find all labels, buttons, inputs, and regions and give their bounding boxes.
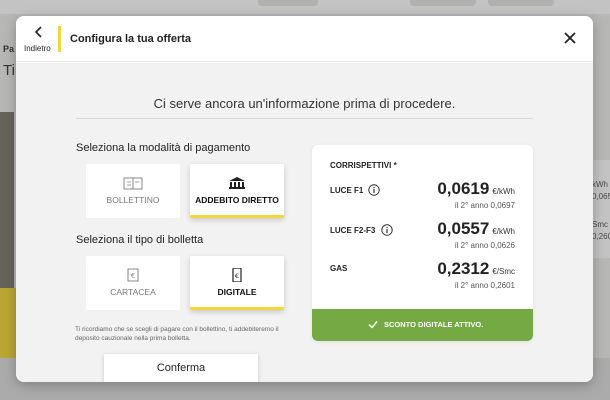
bill-option-cartacea[interactable]: € CARTACEA: [86, 256, 180, 310]
payment-note: Ti ricordiamo che se scegli di pagare co…: [75, 326, 279, 342]
second-year-price: il 2° anno 0,2601: [454, 281, 515, 290]
payment-option-label: BOLLETTINO: [106, 195, 160, 205]
divider: [76, 118, 533, 119]
modal-title: Configura la tua offerta: [70, 33, 192, 45]
chevron-left-icon: [34, 26, 42, 38]
discount-label: SCONTO DIGITALE ATTIVO.: [384, 320, 484, 329]
bill-option-label: CARTACEA: [110, 287, 156, 297]
price-amount: 0,0619: [437, 179, 490, 198]
payment-section-label: Seleziona la modalità di pagamento: [76, 142, 251, 154]
modal-subtitle: Ci serve ancora un'informazione prima di…: [153, 96, 456, 111]
bill-icon: [123, 177, 143, 190]
payment-option-label: ADDEBITO DIRETTO: [195, 195, 279, 205]
offer-config-modal: Indietro Configura la tua offerta Ci ser…: [16, 16, 593, 382]
digital-discount-banner: SCONTO DIGITALE ATTIVO.: [312, 309, 533, 341]
info-icon[interactable]: [368, 184, 380, 196]
payment-option-addebito-diretto[interactable]: ADDEBITO DIRETTO: [190, 164, 284, 218]
paper-icon: €: [127, 268, 139, 282]
price-row-name: LUCE F1: [330, 186, 364, 195]
bill-option-label: DIGITALE: [217, 287, 257, 297]
svg-text:€: €: [235, 272, 239, 280]
close-icon[interactable]: [563, 31, 577, 45]
mobile-icon: €: [232, 268, 242, 282]
price-summary-card: CORRISPETTIVI * LUCE F1 0,0619 €/kWh il 2…: [312, 145, 533, 341]
modal-body: Ci serve ancora un'informazione prima di…: [16, 63, 593, 382]
bank-icon: [229, 177, 245, 189]
info-icon[interactable]: [381, 224, 393, 236]
back-button[interactable]: Indietro: [16, 16, 60, 62]
modal-header: Indietro Configura la tua offerta: [16, 16, 593, 62]
svg-text:€: €: [131, 272, 135, 280]
bill-type-section-label: Seleziona il tipo di bolletta: [76, 234, 204, 246]
price-card-title: CORRISPETTIVI *: [330, 161, 397, 170]
price-amount: 0,2312: [437, 259, 490, 278]
price-unit: €/kWh: [492, 227, 515, 236]
second-year-price: il 2° anno 0,0697: [454, 201, 515, 210]
price-row-name: LUCE F2-F3: [330, 226, 376, 235]
bill-option-digitale[interactable]: € DIGITALE: [190, 256, 284, 310]
price-value: 0,0619 €/kWh: [412, 179, 515, 199]
price-unit: €/Smc: [492, 267, 515, 276]
back-label: Indietro: [24, 44, 51, 53]
price-amount: 0,0557: [437, 219, 490, 238]
confirm-button[interactable]: Conferma: [104, 354, 258, 382]
header-accent-bar: [58, 26, 61, 52]
check-icon: [368, 321, 378, 329]
payment-option-bollettino[interactable]: BOLLETTINO: [86, 164, 180, 218]
price-value: 0,0557 €/kWh: [412, 219, 515, 239]
price-unit: €/kWh: [492, 187, 515, 196]
price-value: 0,2312 €/Smc: [412, 259, 515, 279]
price-row-name: GAS: [330, 264, 348, 273]
second-year-price: il 2° anno 0,0626: [454, 241, 515, 250]
